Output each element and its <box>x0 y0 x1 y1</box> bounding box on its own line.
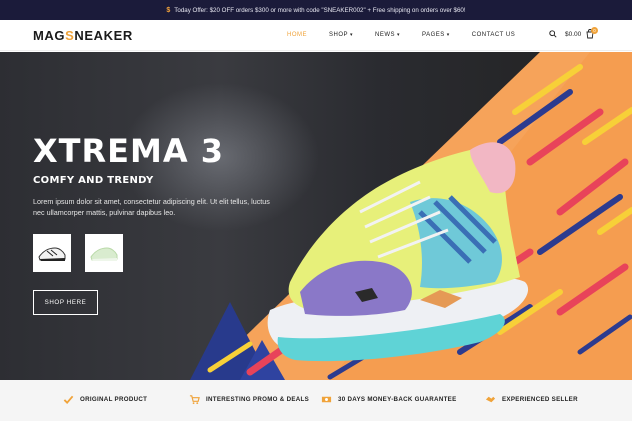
cart-count-badge: 0 <box>591 27 598 34</box>
feature-promo-deals: INTERESTING PROMO & DEALS <box>189 394 309 405</box>
hero-title: XTREMA 3 <box>33 132 225 170</box>
main-nav: HOME SHOP ▾ NEWS ▾ PAGES ▾ CONTACT US <box>287 32 537 38</box>
cart-icon <box>189 395 200 405</box>
promo-bar: $ Today Offer: $20 OFF orders $300 or mo… <box>0 0 632 20</box>
hero-description: Lorem ipsum dolor sit amet, consectetur … <box>33 197 270 217</box>
chevron-down-icon: ▾ <box>397 32 401 38</box>
nav-home[interactable]: HOME <box>287 32 307 38</box>
nav-pages[interactable]: PAGES ▾ <box>422 32 450 38</box>
promo-text: Today Offer: $20 OFF orders $300 or more… <box>174 6 466 14</box>
nav-contact[interactable]: CONTACT US <box>472 32 515 38</box>
shop-here-button[interactable]: SHOP HERE <box>33 290 98 315</box>
hero-subtitle: COMFY AND TRENDY <box>33 175 154 186</box>
chevron-down-icon: ▾ <box>350 32 354 38</box>
sneaker-image <box>267 142 529 362</box>
feature-money-back: 30 DAYS MONEY-BACK GUARANTEE <box>321 394 457 405</box>
nav-news[interactable]: NEWS ▾ <box>375 32 400 38</box>
money-icon <box>321 396 332 403</box>
sneaker-thumbnail-icon <box>38 247 66 261</box>
cart-total[interactable]: $0.00 <box>565 31 581 38</box>
product-thumbnail[interactable] <box>33 234 71 272</box>
check-icon <box>63 395 74 405</box>
handshake-icon <box>485 396 496 403</box>
chevron-down-icon: ▾ <box>446 32 450 38</box>
nav-shop[interactable]: SHOP ▾ <box>329 32 353 38</box>
feature-experienced-seller: EXPERIENCED SELLER <box>485 394 578 405</box>
feature-original-product: ORIGINAL PRODUCT <box>63 394 147 405</box>
search-icon[interactable] <box>549 30 557 38</box>
site-header: MAGSNEAKER HOME SHOP ▾ NEWS ▾ PAGES ▾ CONTA… <box>0 20 632 51</box>
feature-strip: ORIGINAL PRODUCT INTERESTING PROMO & DEA… <box>0 380 632 421</box>
dollar-icon: $ <box>166 6 171 14</box>
product-thumbnail[interactable] <box>85 234 123 272</box>
site-logo[interactable]: MAGSNEAKER <box>33 28 133 43</box>
hero-banner: XTREMA 3 COMFY AND TRENDY Lorem ipsum do… <box>0 52 632 380</box>
sneaker-thumbnail-icon <box>90 247 118 261</box>
